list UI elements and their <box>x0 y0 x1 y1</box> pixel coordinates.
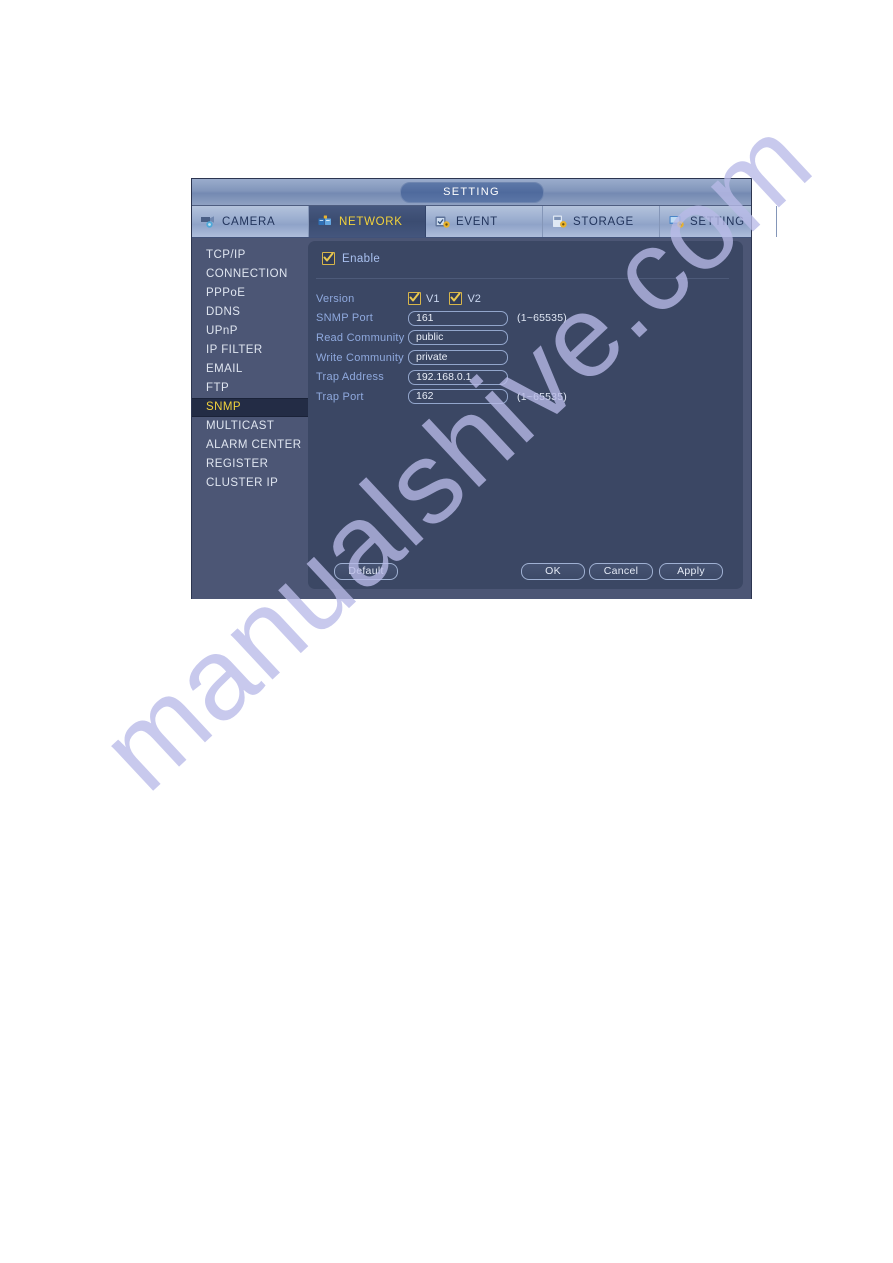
checkbox-checked-icon[interactable] <box>322 252 335 265</box>
network-icon <box>317 214 334 229</box>
tab-event[interactable]: EVENT <box>426 206 543 237</box>
cancel-button[interactable]: Cancel <box>589 563 653 580</box>
version-label: Version <box>316 292 355 305</box>
sidebar-item-ddns[interactable]: DDNS <box>192 303 308 322</box>
field-row: Trap Address 192.168.0.1 <box>316 367 733 387</box>
dialog-body: TCP/IP CONNECTION PPPoE DDNS UPnP IP FILTER EM… <box>192 238 751 599</box>
input-trap-address[interactable]: 192.168.0.1 <box>408 369 508 385</box>
tab-setting-system[interactable]: SETTING <box>660 206 777 237</box>
apply-button[interactable]: Apply <box>659 563 723 580</box>
sidebar: TCP/IP CONNECTION PPPoE DDNS UPnP IP FILTER EM… <box>192 238 308 599</box>
checkbox-checked-icon[interactable] <box>449 292 463 306</box>
field-label: Write Community <box>316 351 404 364</box>
default-button[interactable]: Default <box>334 563 398 580</box>
field-label: Read Community <box>316 331 405 344</box>
tab-label: CAMERA <box>222 215 276 228</box>
sidebar-item-snmp[interactable]: SNMP <box>192 398 308 417</box>
dialog-footer: Default OK Cancel Apply <box>318 563 733 580</box>
page-title: SETTING <box>399 182 544 203</box>
dialog-titlebar: SETTING <box>192 179 751 206</box>
camera-icon <box>200 214 217 229</box>
storage-icon <box>551 214 568 229</box>
field-label: Trap Address <box>316 371 385 384</box>
sidebar-item-multicast[interactable]: MULTICAST <box>192 417 308 436</box>
version-options: V1 V2 <box>408 292 486 306</box>
tab-label: EVENT <box>456 215 498 228</box>
sidebar-item-alarm-center[interactable]: ALARM CENTER <box>192 436 308 455</box>
version-row: Version V1 V2 <box>316 289 733 309</box>
sidebar-item-ftp[interactable]: FTP <box>192 379 308 398</box>
sidebar-item-connection[interactable]: CONNECTION <box>192 265 308 284</box>
sidebar-item-ip-filter[interactable]: IP FILTER <box>192 341 308 360</box>
field-row: Trap Port 162 (1~65535) <box>316 387 733 407</box>
field-row: Write Community private <box>316 348 733 368</box>
sidebar-item-upnp[interactable]: UPnP <box>192 322 308 341</box>
field-label: SNMP Port <box>316 312 374 325</box>
tab-storage[interactable]: STORAGE <box>543 206 660 237</box>
sidebar-item-cluster-ip[interactable]: CLUSTER IP <box>192 474 308 493</box>
input-read-community[interactable]: public <box>408 330 508 346</box>
tab-label: STORAGE <box>573 215 634 228</box>
field-row: SNMP Port 161 (1~65535) <box>316 309 733 329</box>
section-divider <box>316 278 729 279</box>
setting-dialog: SETTING CAMERA NETWORK EVENT STORAGE SETTING… <box>192 179 777 599</box>
main-tab-bar: CAMERA NETWORK EVENT STORAGE SETTING <box>192 206 777 238</box>
checkbox-checked-icon[interactable] <box>408 292 421 306</box>
sidebar-item-email[interactable]: EMAIL <box>192 360 308 379</box>
sidebar-item-register[interactable]: REGISTER <box>192 455 308 474</box>
tab-network[interactable]: NETWORK <box>309 206 426 237</box>
ok-button[interactable]: OK <box>521 563 585 580</box>
input-trap-port[interactable]: 162 <box>408 389 508 405</box>
tab-camera[interactable]: CAMERA <box>192 206 309 237</box>
event-icon <box>434 214 451 229</box>
field-hint: (1~65535) <box>517 312 567 325</box>
tab-label: SETTING <box>690 215 745 228</box>
sidebar-item-pppoe[interactable]: PPPoE <box>192 284 308 303</box>
sidebar-item-tcp-ip[interactable]: TCP/IP <box>192 246 308 265</box>
setting-icon <box>668 214 685 229</box>
input-write-community[interactable]: private <box>408 350 508 366</box>
snmp-form: Version V1 V2 SNMP Port 161 (1~65535) Read C… <box>316 289 733 407</box>
input-snmp-port[interactable]: 161 <box>408 310 508 326</box>
field-label: Trap Port <box>316 390 364 403</box>
snmp-settings-panel: Enable Version V1 V2 SNMP Port 161 (1~65535… <box>308 241 743 589</box>
version-option-label: V1 <box>426 292 440 305</box>
enable-label: Enable <box>342 252 381 265</box>
version-option-label: V2 <box>467 292 481 305</box>
tab-label: NETWORK <box>339 215 403 228</box>
field-row: Read Community public <box>316 328 733 348</box>
field-hint: (1~65535) <box>517 390 567 403</box>
enable-row[interactable]: Enable <box>322 252 380 265</box>
